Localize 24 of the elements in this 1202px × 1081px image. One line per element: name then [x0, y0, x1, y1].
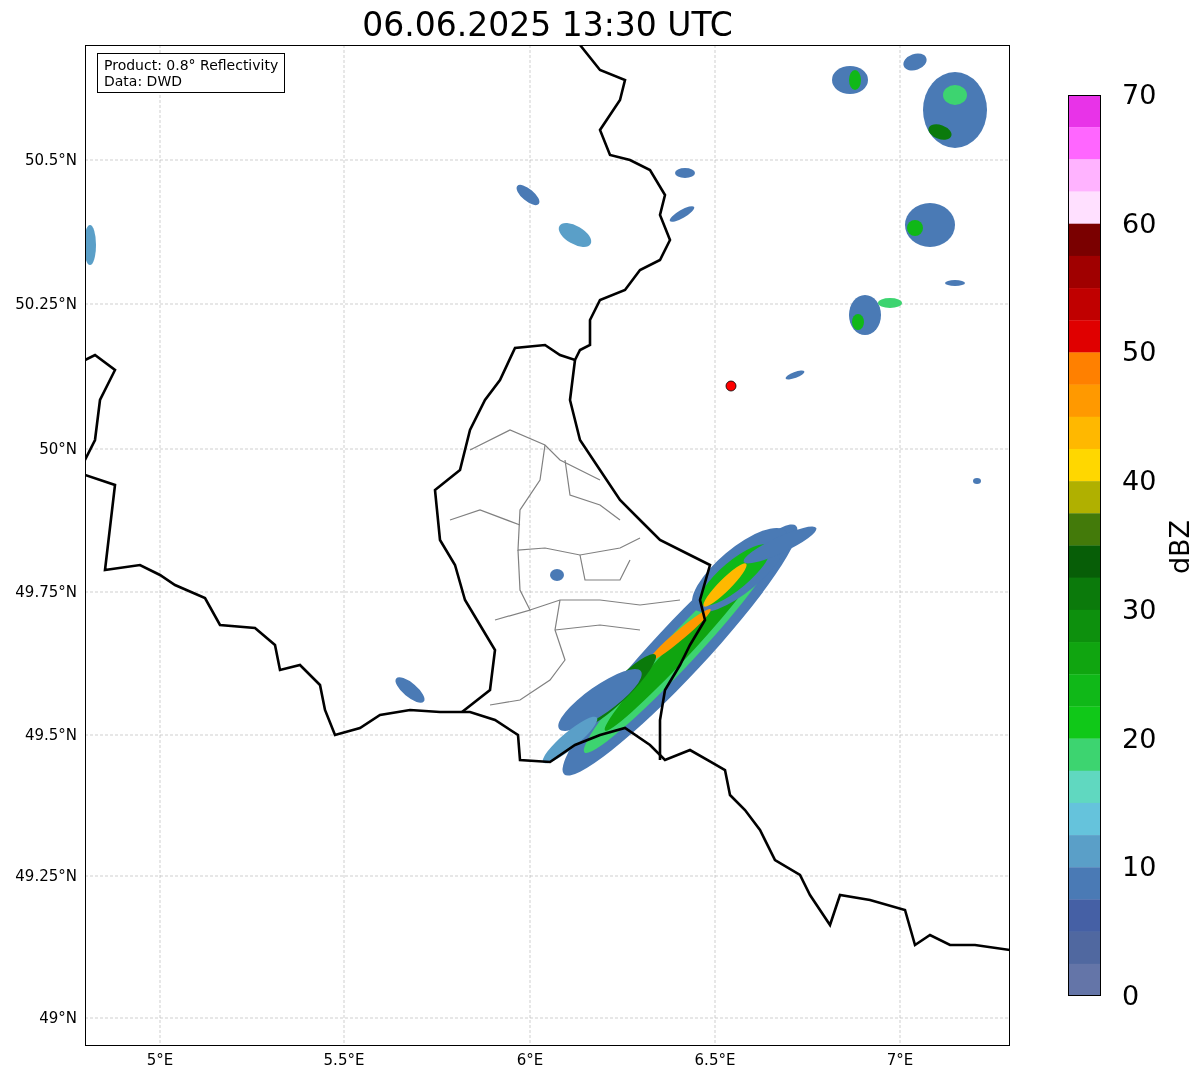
colorbar-tick-label: 60 [1122, 208, 1157, 239]
colorbar-tick-label: 20 [1122, 723, 1157, 754]
colorbar-tick-label: 10 [1122, 852, 1157, 883]
latitude-label: 49°N [39, 1009, 77, 1027]
longitude-label: 7°E [885, 1051, 915, 1069]
longitude-label: 5.5°E [322, 1051, 366, 1069]
info-text: Data: DWD [104, 73, 183, 89]
latitude-label: 50.25°N [15, 295, 77, 313]
longitude-label: 5°E [145, 1051, 175, 1069]
chart-title: 06.06.2025 13:30 UTC [361, 4, 734, 46]
latitude-label: 50.5°N [24, 151, 77, 169]
longitude-label: 6°E [515, 1051, 545, 1069]
latitude-label: 50°N [39, 440, 77, 458]
longitude-label: 6.5°E [693, 1051, 737, 1069]
latitude-label: 49.75°N [15, 583, 77, 601]
colorbar-tick-label: 0 [1122, 981, 1140, 1011]
colorbar-tick-label: 50 [1122, 337, 1157, 368]
colorbar-tick-label: 70 [1122, 80, 1157, 110]
colorbar-label: dBZ [1165, 518, 1195, 577]
colorbar-tick-label: 40 [1122, 466, 1157, 497]
latitude-label: 49.5°N [24, 726, 77, 744]
info-text: Product: 0.8° Reflectivity [104, 57, 279, 73]
colorbar-tick-label: 30 [1122, 594, 1157, 625]
latitude-label: 49.25°N [15, 867, 77, 885]
